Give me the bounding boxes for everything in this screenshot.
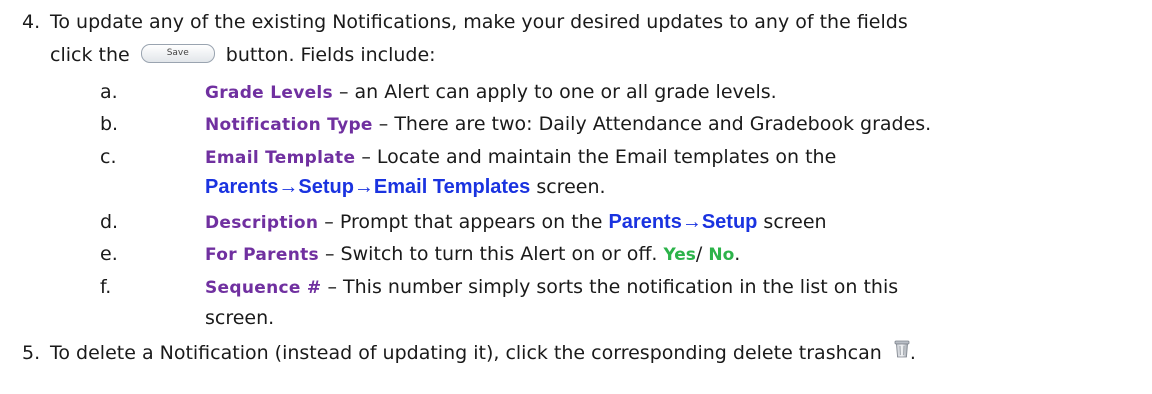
email-templates-path-link: Parents→Setup→Email Templates: [205, 176, 531, 198]
field-f-desc: – This number simply sorts the notificat…: [321, 276, 899, 298]
field-a-desc: – an Alert can apply to one or all grade…: [332, 81, 777, 103]
field-term-notification-type: Notification Type: [205, 115, 373, 135]
field-term-grade-levels: Grade Levels: [205, 83, 333, 103]
yes-value: Yes: [663, 245, 696, 265]
field-d: Description – Prompt that appears on the…: [205, 209, 827, 236]
field-b-letter: b.: [100, 113, 119, 135]
field-a-letter: a.: [100, 81, 118, 103]
field-f-line2: screen.: [205, 307, 275, 329]
field-f-letter: f.: [100, 276, 112, 298]
step-4-text-line1: To update any of the existing Notificati…: [50, 11, 908, 33]
field-d-desc-rest: screen: [757, 211, 827, 233]
field-term-sequence: Sequence #: [205, 278, 322, 298]
step-5-body: To delete a Notification (instead of upd…: [50, 342, 882, 364]
field-c-letter: c.: [100, 146, 117, 168]
step-4-click-text: click the: [50, 44, 130, 66]
field-d-desc: – Prompt that appears on the: [318, 211, 609, 233]
slash-separator: /: [695, 243, 709, 265]
field-c-desc: – Locate and maintain the Email template…: [355, 146, 837, 168]
field-term-for-parents: For Parents: [205, 245, 319, 265]
field-d-letter: d.: [100, 211, 119, 233]
step-4-text-line2: click the Save button. Fields include:: [50, 42, 436, 68]
step-4-number: 4.: [22, 11, 41, 33]
trashcan-icon[interactable]: [894, 339, 910, 365]
step-5-end: .: [909, 342, 916, 364]
field-e-end: .: [734, 243, 741, 265]
field-f: Sequence # – This number simply sorts th…: [205, 274, 898, 301]
field-c-line2: Parents→Setup→Email Templates screen.: [205, 174, 606, 200]
field-e-letter: e.: [100, 243, 118, 265]
field-b: Notification Type – There are two: Daily…: [205, 111, 931, 138]
save-button[interactable]: Save: [140, 44, 215, 63]
field-c-line2-rest: screen.: [530, 176, 606, 198]
field-term-description: Description: [205, 213, 319, 233]
step-4-after-button-text: button. Fields include:: [225, 44, 436, 66]
field-a: Grade Levels – an Alert can apply to one…: [205, 79, 777, 106]
field-e: For Parents – Switch to turn this Alert …: [205, 241, 740, 268]
field-b-desc: – There are two: Daily Attendance and Gr…: [372, 113, 932, 135]
step-5-text: To delete a Notification (instead of upd…: [50, 340, 916, 367]
field-e-desc: – Switch to turn this Alert on or off.: [318, 243, 664, 265]
step-5-number: 5.: [22, 342, 41, 364]
field-c: Email Template – Locate and maintain the…: [205, 144, 836, 171]
parents-setup-path-link: Parents→Setup: [608, 211, 758, 233]
field-term-email-template: Email Template: [205, 148, 356, 168]
no-value: No: [708, 245, 735, 265]
